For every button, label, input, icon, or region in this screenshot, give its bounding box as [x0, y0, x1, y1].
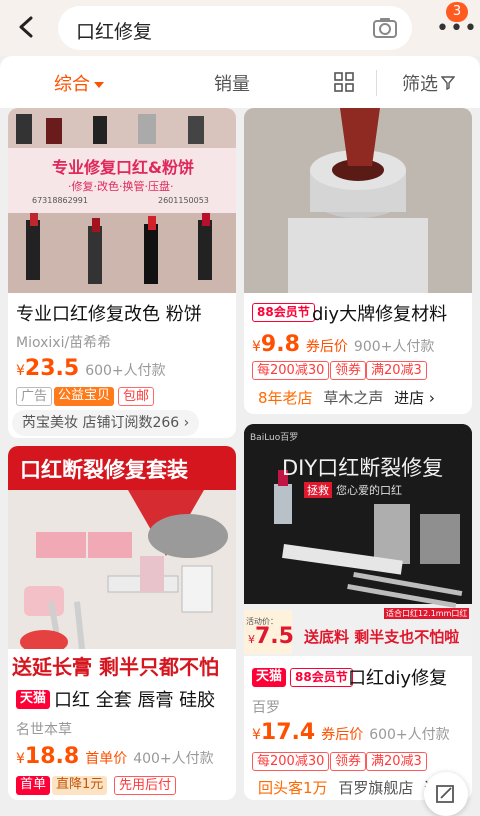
floating-edit-button[interactable] [424, 772, 468, 816]
banner-title-1: 专业修复口红&粉饼 [52, 158, 194, 177]
product-card-4[interactable]: BaiLuo百罗 DIY口红断裂修复 拯救 您心爱的口红 适合口红12.1mm口… [244, 424, 472, 800]
price-value-4: 17.4 [260, 720, 316, 745]
tmall-badge-4: 天猫 [252, 668, 287, 687]
product-title-2[interactable]: diy大牌修复材料 [312, 300, 447, 326]
badge-88-2: 88会员节 [252, 303, 315, 322]
store-name-2: 草木之声 [323, 389, 384, 407]
store-returning-4: 回头客1万 [258, 779, 328, 797]
product-title-1[interactable]: 专业口红修复改色 粉饼 [16, 300, 202, 326]
product-title-3[interactable]: 口红 全套 唇膏 硅胶 [54, 686, 215, 712]
store-subscribe-pill[interactable]: 芮宝美妆 店铺订阅数266 › [12, 410, 200, 436]
tag-first-order: 首单 [16, 776, 51, 795]
tab-comprehensive[interactable]: 综合 [54, 70, 104, 96]
store-line-2[interactable]: 8年老店 草木之声 进店 › [258, 387, 435, 408]
back-arrow-icon[interactable] [12, 12, 42, 42]
tag-coupon-4: 领券 [330, 752, 367, 771]
price-note-4: 券后价 [321, 727, 364, 743]
brand-logo-4: BaiLuo百罗 [250, 433, 299, 443]
tab-filter-label: 筛选 [402, 74, 438, 95]
tag-discount-4: 每200减30 [252, 752, 330, 771]
lipstick-mold-image [244, 108, 472, 293]
product-image-1[interactable]: 专业修复口红&粉饼 ·修复·改色·换管·压盘· 67318862991 2601… [8, 108, 236, 293]
tag-free-shipping: 包邮 [118, 387, 155, 406]
caret-down-icon [94, 82, 104, 88]
shop-name-1: Mioxixi/苗希希 [16, 335, 112, 351]
banner-sub-1: ·修复·改色·换管·压盘· [68, 180, 174, 193]
product-title-4[interactable]: 口红diy修复 [348, 664, 447, 690]
more-dots-icon: ••• [436, 16, 478, 41]
tab-sales[interactable]: 销量 [214, 70, 250, 96]
shop-name-4: 百罗 [252, 700, 280, 716]
store-subscribe-text: 芮宝美妆 店铺订阅数266 [22, 415, 180, 431]
sales-count-1: 600+人付款 [85, 363, 166, 379]
promo-price-value-4: 7.5 [255, 624, 294, 649]
tag-ad: 广告 [16, 387, 53, 406]
banner-red-4: 拯救 [304, 482, 332, 498]
tag-discount-2: 每200减30 [252, 361, 330, 380]
price-value-3: 18.8 [24, 744, 80, 769]
product-image-2[interactable] [244, 108, 472, 293]
product-card-1[interactable]: 专业修复口红&粉饼 ·修复·改色·换管·压盘· 67318862991 2601… [8, 108, 236, 438]
badge-88-4: 88会员节 [290, 668, 353, 687]
promo-text-4: 送底料 剩半支也不怕啦 [304, 628, 460, 646]
notification-badge: 3 [446, 2, 468, 22]
size-note-4: 适合口红12.1mm口红 [384, 608, 470, 619]
banner-sub-4: 您心爱的口红 [336, 484, 402, 497]
sort-tabs: 综合 销量 筛选 [0, 56, 480, 108]
edit-icon [436, 785, 454, 803]
price-3: ¥18.8 首单价 400+人付款 [16, 744, 214, 769]
store-name-4: 百罗旗舰店 [338, 779, 414, 797]
tmall-badge-3: 天猫 [16, 690, 51, 709]
top-bar: 口红修复 ••• 3 [0, 0, 480, 56]
price-note-2: 券后价 [305, 339, 348, 355]
tab-filter[interactable]: 筛选 [402, 70, 438, 96]
product-image-4[interactable]: BaiLuo百罗 DIY口红断裂修复 拯救 您心爱的口红 适合口红12.1mm口… [244, 424, 472, 656]
tag-pay-later: 先用后付 [114, 776, 177, 795]
filter-funnel-icon[interactable] [441, 76, 455, 90]
banner-title-3: 口红断裂修复套装 [20, 458, 188, 482]
banner-bottom-3: 送延长膏 剩半只都不怕 [12, 655, 219, 679]
tab-divider [376, 70, 377, 96]
product-card-3[interactable]: 口红断裂修复套装 送延长膏 剩半只都不怕 天猫 口红 全套 唇膏 硅胶 名世本草… [8, 446, 236, 800]
tag-discount-5: 满20减3 [366, 752, 427, 771]
enter-store-2[interactable]: 进店 [394, 389, 424, 407]
search-query[interactable]: 口红修复 [76, 17, 152, 44]
search-bar[interactable]: 口红修复 [58, 6, 412, 50]
tag-price-drop: 直降1元 [52, 776, 108, 795]
store-age-2: 8年老店 [258, 389, 313, 407]
banner-contact-1: 67318862991 [32, 196, 88, 205]
price-4: ¥17.4 券后价 600+人付款 [252, 720, 450, 745]
shop-name-3: 名世本草 [16, 722, 72, 738]
camera-icon[interactable] [372, 16, 398, 40]
banner-shop-1: 2601150053 [158, 196, 209, 205]
product-card-2[interactable]: 88会员节 diy大牌修复材料 ¥9.8 券后价 900+人付款 每200减30 领… [244, 108, 472, 414]
price-value-2: 9.8 [260, 332, 300, 357]
banner-title-4: DIY口红断裂修复 [282, 456, 444, 480]
tag-charity: 公益宝贝 [54, 387, 115, 406]
tag-discount-3: 满20减3 [366, 361, 427, 380]
sales-count-4: 600+人付款 [369, 727, 450, 743]
sales-count-2: 900+人付款 [353, 339, 435, 355]
store-line-4[interactable]: 回头客1万 百罗旗舰店 进 [258, 777, 439, 798]
tag-coupon-2: 领券 [330, 361, 367, 380]
price-1: ¥23.5 600+人付款 [16, 356, 166, 381]
tab-comprehensive-label: 综合 [54, 74, 90, 95]
grid-view-icon[interactable] [334, 72, 354, 92]
sales-count-3: 400+人付款 [133, 751, 214, 767]
promo-price-4: ¥7.5 [248, 624, 294, 649]
price-note-3: 首单价 [85, 751, 128, 767]
product-image-3[interactable]: 口红断裂修复套装 送延长膏 剩半只都不怕 [8, 446, 236, 679]
price-2: ¥9.8 券后价 900+人付款 [252, 332, 435, 357]
price-value-1: 23.5 [24, 356, 80, 381]
